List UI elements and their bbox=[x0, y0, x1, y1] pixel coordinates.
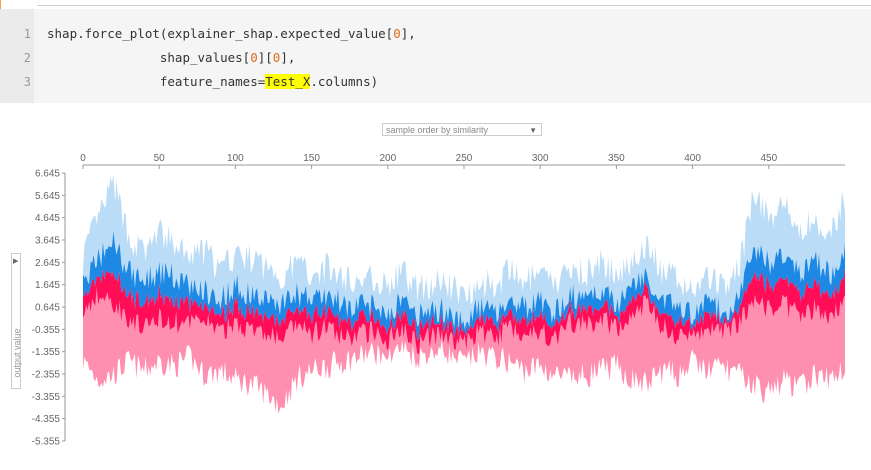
code-number-token: 0 bbox=[393, 26, 401, 41]
chart-areas bbox=[83, 173, 845, 414]
x-tick-label: 150 bbox=[303, 153, 320, 164]
x-tick-label: 250 bbox=[456, 153, 473, 164]
code-line-2: shap_values[0][0], bbox=[47, 50, 296, 66]
code-token: ], bbox=[400, 26, 416, 41]
x-tick-label: 400 bbox=[684, 153, 701, 164]
code-number-token: 0 bbox=[250, 50, 258, 65]
y-axis: 6.645 5.645 4.645 3.645 2.645 1.645 0.645 -0.35… bbox=[32, 169, 66, 448]
sample-order-select[interactable]: sample order by similarity ▼ bbox=[382, 123, 542, 136]
code-token: ], bbox=[280, 50, 296, 65]
x-axis: 0 50 100 150 200 250 300 350 400 450 bbox=[80, 153, 845, 169]
x-tick-label: 50 bbox=[154, 153, 166, 164]
y-tick-label: -0.355 bbox=[32, 325, 61, 336]
top-divider bbox=[37, 5, 871, 6]
chevron-down-icon: ▼ bbox=[529, 126, 537, 135]
y-tick-label: 2.645 bbox=[35, 258, 60, 269]
x-tick-label: 350 bbox=[608, 153, 625, 164]
sample-order-select-label: sample order by similarity bbox=[386, 125, 489, 135]
y-tick-label: 4.645 bbox=[35, 213, 60, 224]
code-token: shap.force_plot(explainer_shap.expected_… bbox=[47, 26, 394, 41]
line-number: 3 bbox=[23, 75, 31, 89]
code-line-1: shap.force_plot(explainer_shap.expected_… bbox=[47, 26, 416, 42]
force-plot-chart[interactable]: 0 50 100 150 200 250 300 350 400 450 6.645 5.645 4.… bbox=[0, 148, 871, 458]
y-tick-label: 6.645 bbox=[35, 169, 60, 180]
highlighted-token: Test_X bbox=[265, 74, 311, 89]
x-tick-label: 300 bbox=[532, 153, 549, 164]
y-tick-label: -1.355 bbox=[32, 347, 61, 358]
line-number: 1 bbox=[23, 27, 31, 41]
code-line-3: feature_names=Test_X.columns) bbox=[47, 74, 378, 90]
code-token: .columns) bbox=[310, 74, 379, 89]
code-token: ][ bbox=[257, 50, 273, 65]
code-cell[interactable]: 1 2 3 shap.force_plot(explainer_shap.exp… bbox=[0, 9, 871, 103]
x-tick-label: 0 bbox=[80, 153, 86, 164]
x-tick-label: 200 bbox=[379, 153, 396, 164]
y-tick-label: 5.645 bbox=[35, 191, 60, 202]
y-tick-label: -2.355 bbox=[32, 370, 61, 381]
y-tick-label: 3.645 bbox=[35, 236, 60, 247]
y-tick-label: -4.355 bbox=[32, 414, 61, 425]
code-token: shap_values[ bbox=[47, 50, 251, 65]
x-tick-label: 100 bbox=[227, 153, 244, 164]
y-tick-label: -3.355 bbox=[32, 392, 61, 403]
line-number: 2 bbox=[23, 51, 31, 65]
y-tick-label: 0.645 bbox=[35, 303, 60, 314]
y-tick-label: -5.355 bbox=[32, 437, 61, 448]
x-tick-label: 450 bbox=[760, 153, 777, 164]
line-number-gutter: 1 2 3 bbox=[0, 9, 34, 103]
y-tick-label: 1.645 bbox=[35, 280, 60, 291]
code-token: feature_names= bbox=[47, 74, 266, 89]
